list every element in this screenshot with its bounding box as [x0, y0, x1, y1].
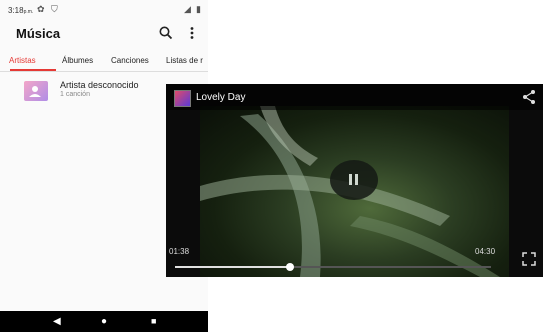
tab-albumes[interactable]: Álbumes — [62, 56, 93, 65]
artist-name: Artista desconocido — [60, 80, 139, 90]
artist-avatar — [24, 81, 48, 101]
total-time: 04:30 — [475, 247, 496, 256]
player-header: Lovely Day — [166, 84, 543, 110]
fullscreen-icon[interactable] — [522, 252, 536, 266]
tab-artistas[interactable]: Artistas — [9, 56, 36, 65]
divider — [0, 71, 208, 72]
navigation-bar: ◀ ● ■ — [0, 311, 208, 332]
tab-bar: Artistas Álbumes Canciones Listas de r — [0, 50, 208, 72]
recents-icon[interactable]: ■ — [151, 316, 156, 326]
artist-song-count: 1 canción — [60, 91, 90, 98]
home-icon[interactable]: ● — [101, 316, 107, 327]
status-bar: 3:18p.m. ✿ ⛉ ◢ ▮ — [0, 0, 208, 20]
share-icon[interactable] — [521, 89, 537, 105]
track-title: Lovely Day — [196, 92, 246, 103]
tab-canciones[interactable]: Canciones — [111, 56, 149, 65]
track-artwork — [174, 90, 191, 107]
status-time: 3:18p.m. — [8, 6, 34, 15]
signal-icon: ◢ — [184, 4, 191, 14]
settings-icon: ✿ — [37, 4, 45, 14]
seek-handle[interactable] — [286, 263, 294, 271]
pause-icon — [355, 174, 358, 185]
current-time: 01:38 — [169, 247, 190, 256]
pause-icon — [349, 174, 352, 185]
battery-icon: ▮ — [196, 4, 201, 14]
shield-icon: ⛉ — [51, 4, 58, 14]
page-title: Música — [16, 26, 61, 41]
seek-bar-progress — [175, 266, 290, 268]
more-vert-icon[interactable] — [184, 25, 200, 41]
back-icon[interactable]: ◀ — [53, 316, 61, 327]
person-icon — [29, 86, 41, 97]
search-icon[interactable] — [158, 25, 174, 41]
video-player[interactable]: Lovely Day 01:38 04:30 — [166, 84, 543, 277]
pause-button[interactable] — [330, 160, 378, 200]
tab-listas[interactable]: Listas de r — [166, 56, 203, 65]
